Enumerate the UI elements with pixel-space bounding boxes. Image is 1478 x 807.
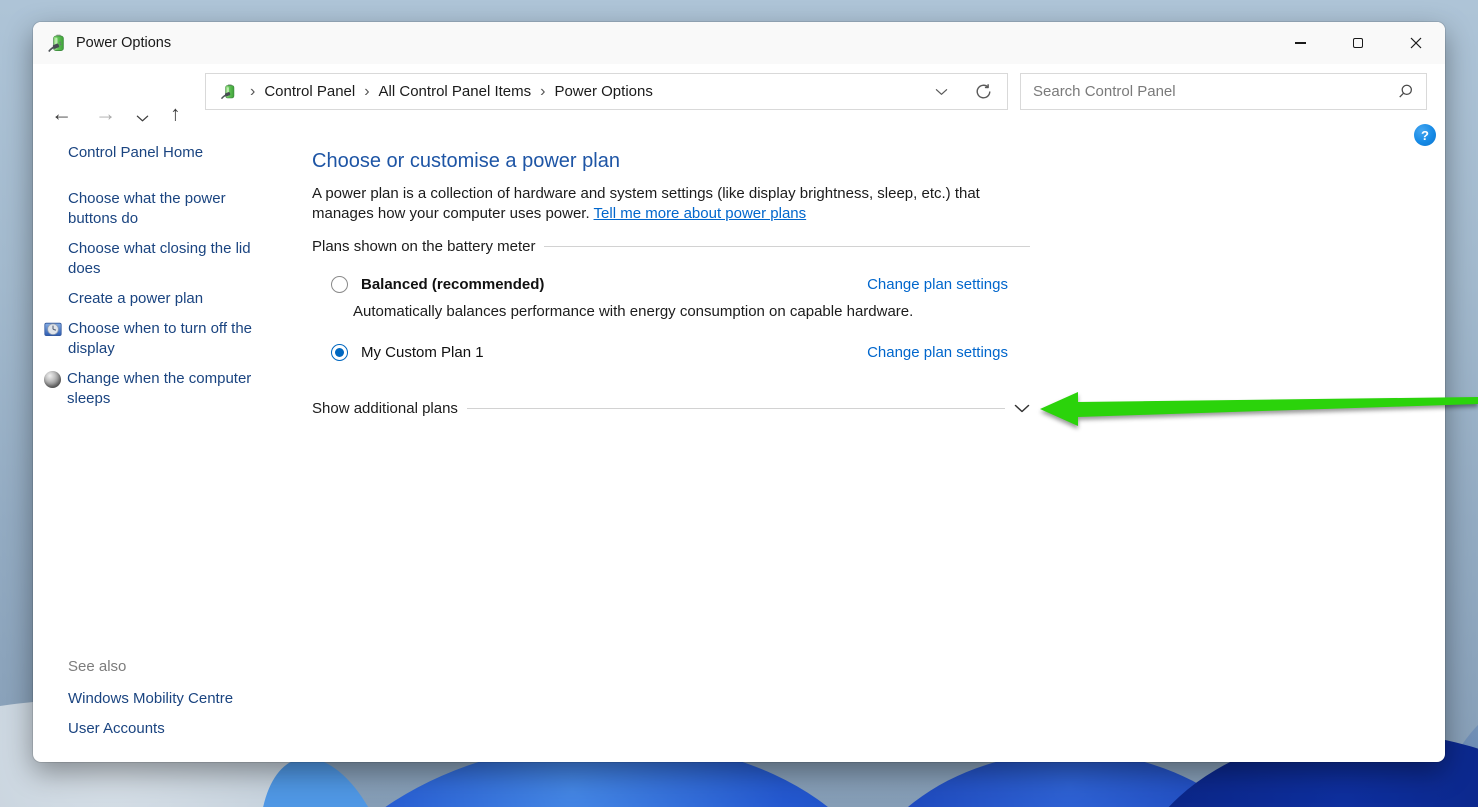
intro-paragraph: A power plan is a collection of hardware… — [312, 184, 988, 224]
power-options-window: Power Options ← → ↑ › Control Panel › Al… — [33, 22, 1445, 762]
sidebar-item-label: Choose when to turn off the display — [68, 320, 253, 357]
sidebar-item-power-buttons[interactable]: Choose what the power buttons do — [68, 189, 273, 229]
display-clock-icon — [44, 322, 62, 336]
title-bar[interactable]: Power Options — [33, 22, 1445, 64]
maximize-button[interactable] — [1329, 22, 1387, 64]
sidebar-item-label: Change when the computer sleeps — [67, 370, 252, 407]
breadcrumb-separator: › — [250, 82, 256, 100]
maximize-icon — [1353, 38, 1363, 48]
navigation-bar: ← → ↑ › Control Panel › All Control Pane… — [33, 64, 1445, 125]
see-also-header: See also — [68, 658, 127, 675]
address-dropdown-chevron-icon[interactable] — [935, 88, 948, 96]
plan-name[interactable]: Balanced (recommended) — [361, 276, 544, 293]
sleep-orb-icon — [44, 371, 61, 388]
change-plan-settings-link-custom[interactable]: Change plan settings — [867, 344, 1008, 361]
address-bar[interactable]: › Control Panel › All Control Panel Item… — [205, 73, 1008, 110]
show-additional-plans[interactable]: Show additional plans — [312, 400, 1030, 417]
section-divider — [544, 246, 1030, 247]
plan-row-my-custom-plan: My Custom Plan 1 Change plan settings — [331, 344, 1008, 361]
plans-section-header: Plans shown on the battery meter — [312, 238, 1030, 255]
minimize-icon — [1294, 42, 1306, 44]
power-options-battery-icon — [220, 84, 235, 100]
forward-button[interactable]: → — [95, 104, 116, 125]
sidebar-item-closing-lid[interactable]: Choose what closing the lid does — [68, 239, 273, 279]
my-custom-plan-radio[interactable] — [331, 344, 348, 361]
help-button[interactable]: ? — [1414, 124, 1436, 146]
tell-me-more-link[interactable]: Tell me more about power plans — [594, 205, 807, 222]
plan-row-balanced: Balanced (recommended) Change plan setti… — [331, 276, 1008, 293]
page-title: Choose or customise a power plan — [312, 150, 620, 172]
search-input[interactable] — [1033, 83, 1397, 100]
search-icon[interactable] — [1397, 83, 1414, 100]
show-additional-divider — [466, 408, 1005, 409]
recent-pages-dropdown[interactable] — [136, 106, 149, 127]
breadcrumb-separator: › — [364, 82, 370, 100]
breadcrumb-power-options[interactable]: Power Options — [554, 83, 652, 100]
chevron-down-icon — [136, 115, 149, 122]
power-options-battery-icon — [48, 34, 64, 53]
breadcrumb-separator: › — [540, 82, 546, 100]
plan-name[interactable]: My Custom Plan 1 — [361, 344, 484, 361]
back-button[interactable]: ← — [51, 104, 72, 125]
up-button[interactable]: ↑ — [170, 104, 181, 125]
plan-description: Automatically balances performance with … — [353, 303, 914, 320]
breadcrumb-all-control-panel-items[interactable]: All Control Panel Items — [379, 83, 532, 100]
sidebar-item-create-power-plan[interactable]: Create a power plan — [68, 289, 273, 309]
sidebar-item-computer-sleeps[interactable]: Change when the computer sleeps — [44, 369, 274, 409]
minimize-button[interactable] — [1271, 22, 1329, 64]
change-plan-settings-link-balanced[interactable]: Change plan settings — [867, 276, 1008, 293]
close-icon — [1410, 37, 1422, 49]
sidebar-item-turn-off-display[interactable]: Choose when to turn off the display — [44, 319, 274, 359]
balanced-radio[interactable] — [331, 276, 348, 293]
show-additional-plans-label: Show additional plans — [312, 400, 458, 417]
sidebar-item-user-accounts[interactable]: User Accounts — [68, 719, 273, 739]
sidebar-item-control-panel-home[interactable]: Control Panel Home — [68, 143, 273, 163]
sidebar-item-windows-mobility-centre[interactable]: Windows Mobility Centre — [68, 689, 273, 709]
expand-chevron-icon[interactable] — [1014, 404, 1030, 413]
close-button[interactable] — [1387, 22, 1445, 64]
breadcrumb-control-panel[interactable]: Control Panel — [264, 83, 355, 100]
search-box[interactable] — [1020, 73, 1427, 110]
refresh-icon[interactable] — [974, 82, 993, 101]
section-label: Plans shown on the battery meter — [312, 238, 536, 255]
window-title: Power Options — [76, 35, 172, 51]
